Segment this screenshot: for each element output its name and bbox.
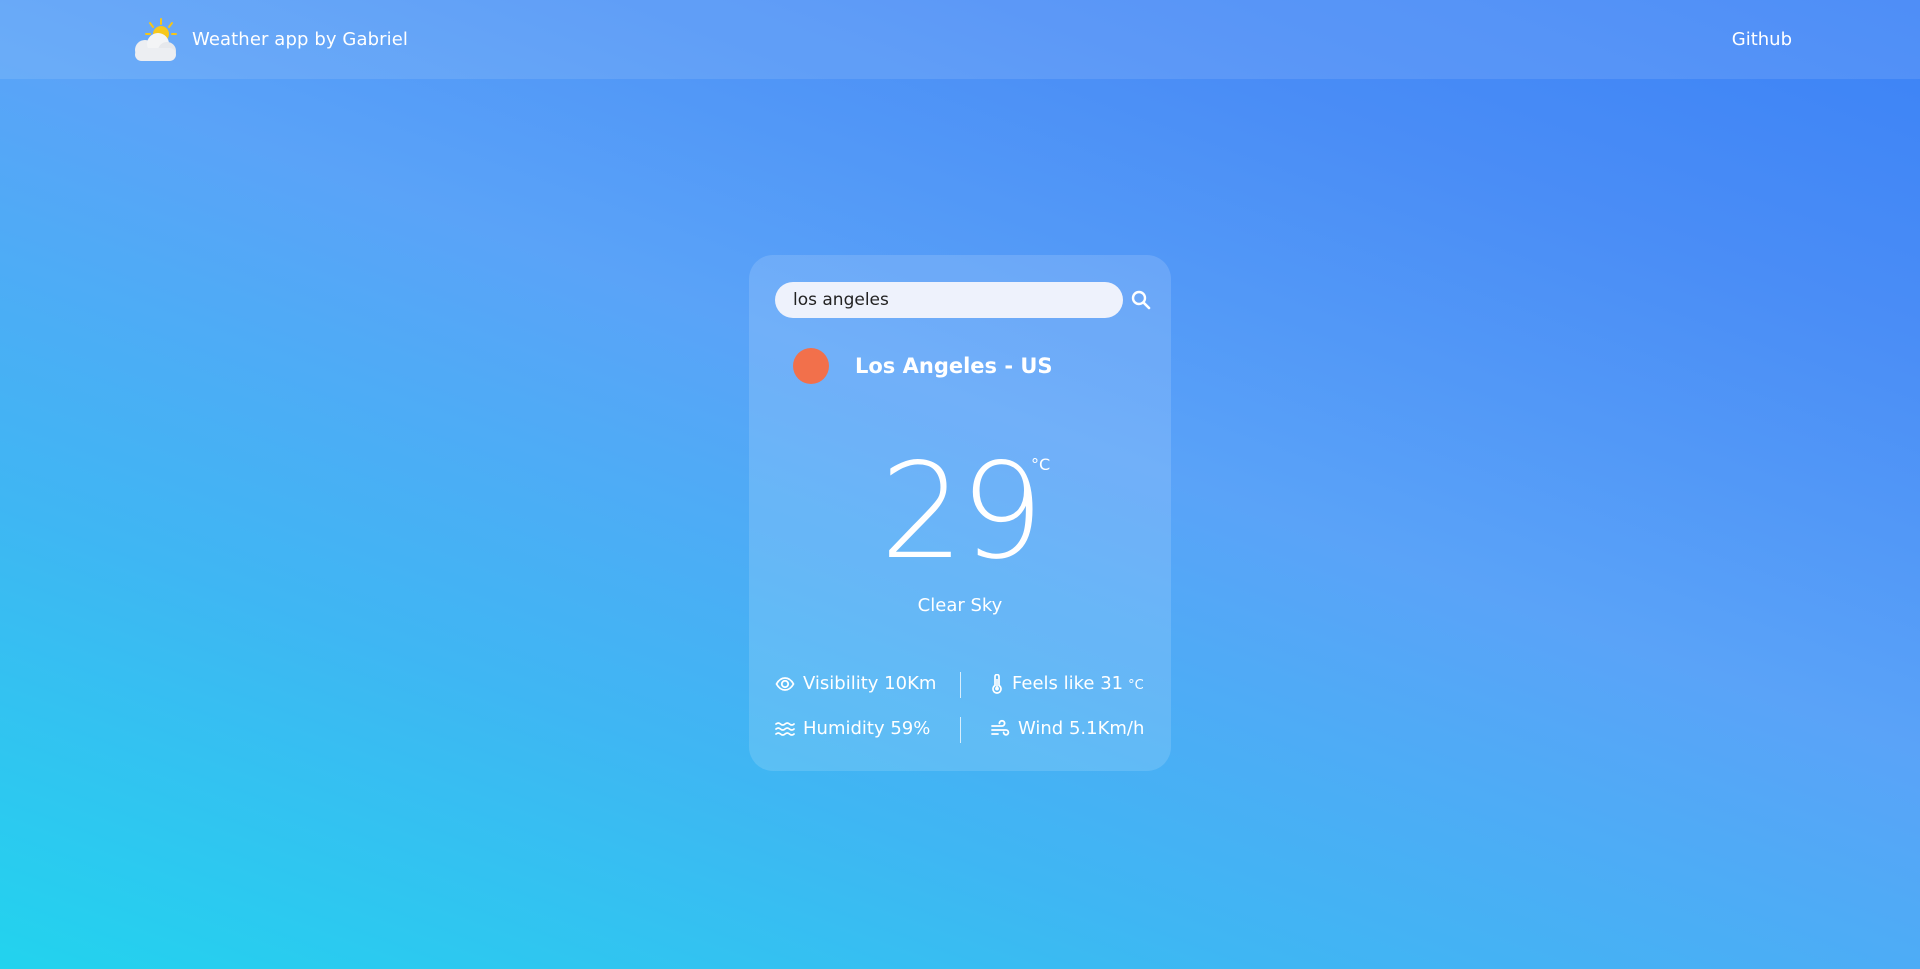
search-bar — [775, 282, 1155, 318]
metric-divider — [960, 717, 961, 743]
visibility-label: Visibility 10Km — [803, 673, 937, 694]
city-search-input[interactable] — [775, 282, 1123, 318]
weather-card: Los Angeles - US 29 °C Clear Sky Visibil… — [749, 255, 1171, 771]
humidity-label: Humidity 59% — [803, 718, 931, 739]
temperature-unit: °C — [1031, 455, 1051, 474]
search-button[interactable] — [1129, 288, 1153, 312]
humidity-metric: Humidity 59% — [775, 718, 930, 739]
github-link[interactable]: Github — [1732, 29, 1792, 50]
wind-metric: Wind 5.1Km/h — [990, 718, 1144, 739]
eye-icon — [775, 676, 795, 691]
feels-like-metric: Feels like 31 °C — [990, 673, 1144, 694]
feels-like-unit: °C — [1128, 678, 1144, 693]
temperature-value: 29 — [880, 435, 1044, 589]
app-title: Weather app by Gabriel — [192, 29, 408, 50]
visibility-metric: Visibility 10Km — [775, 673, 936, 694]
wind-label: Wind 5.1Km/h — [1018, 718, 1145, 739]
temperature-display: 29 °C — [749, 435, 1171, 589]
weather-status-dot — [793, 348, 829, 384]
partly-sunny-icon — [135, 17, 177, 61]
brand: Weather app by Gabriel — [132, 17, 408, 63]
humidity-icon — [775, 721, 795, 736]
feels-like-label: Feels like 31 — [1012, 673, 1124, 694]
metric-divider — [960, 672, 961, 698]
wind-icon — [991, 719, 1010, 736]
top-navbar: Weather app by Gabriel Github — [0, 0, 1920, 79]
location-row: Los Angeles - US — [793, 348, 1053, 384]
weather-condition: Clear Sky — [917, 595, 1003, 616]
search-icon — [1131, 290, 1151, 310]
city-name: Los Angeles - US — [855, 354, 1053, 378]
thermometer-icon — [992, 673, 1002, 694]
